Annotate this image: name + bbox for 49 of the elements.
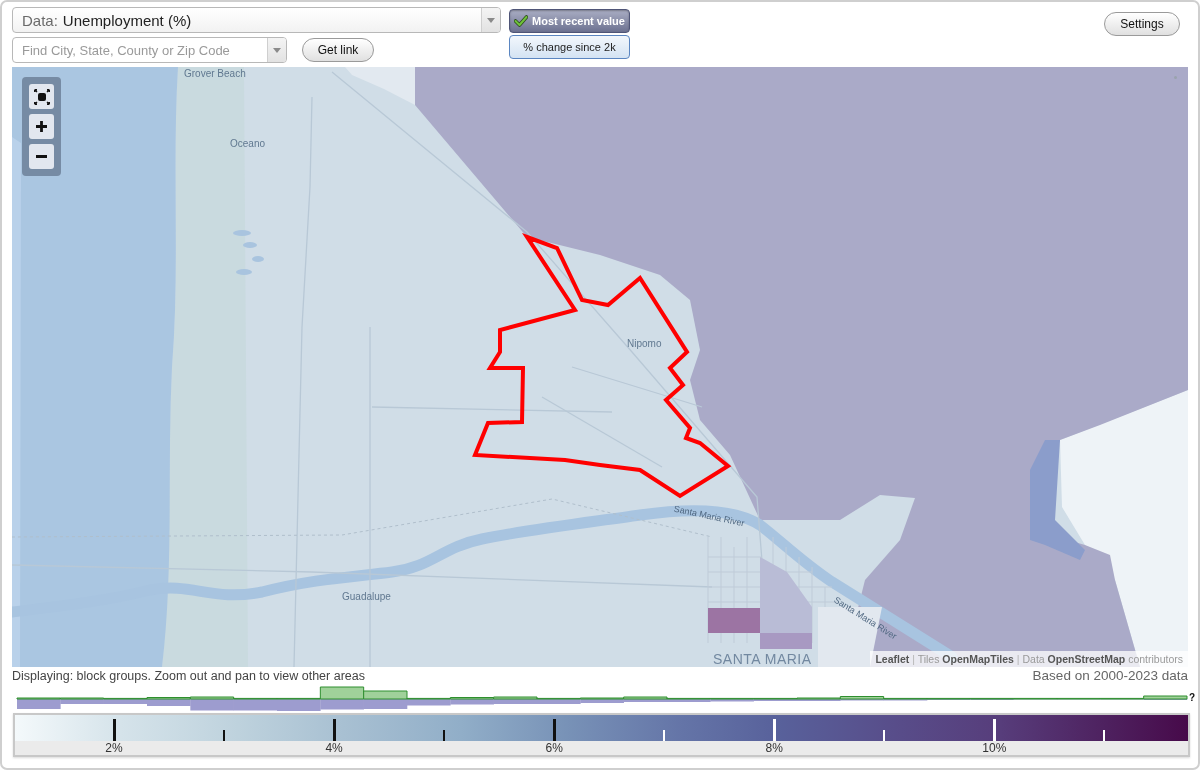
city-label: SANTA MARIA (713, 652, 812, 666)
histogram-bin (146, 696, 191, 706)
river-label: Santa Maria River (672, 504, 746, 529)
fullscreen-icon (33, 88, 50, 105)
view-mode-toggle[interactable]: % change since 2k (509, 35, 630, 59)
caret-icon (273, 47, 281, 53)
tick-mark (112, 719, 116, 741)
map-attribution: Leaflet | Tiles OpenMapTiles | Data OpenStreetMap contributors (870, 651, 1188, 667)
caret-icon (487, 17, 495, 23)
scale-label: 10% (982, 741, 1007, 755)
pond (243, 242, 257, 248)
settings-button[interactable]: Settings (1104, 12, 1180, 36)
attribution-link[interactable]: Leaflet (875, 653, 910, 665)
tick-mark (772, 719, 776, 741)
fullscreen-button[interactable] (29, 84, 54, 109)
data-range-note: Based on 2000-2023 data (1032, 668, 1188, 683)
scale-label: 4% (325, 741, 343, 755)
pond (252, 256, 264, 262)
scale-label: 8% (765, 741, 783, 755)
tick-mark (663, 730, 666, 741)
zoom-out-button[interactable] (29, 144, 54, 169)
histogram-bin (189, 696, 235, 710)
displaying-note: Displaying: block groups. Zoom out and pan to view other areas (12, 668, 365, 683)
data-select[interactable]: Data: Unemployment (%) (12, 7, 501, 33)
tick-mark (223, 730, 226, 741)
zoom-in-button[interactable] (29, 114, 54, 139)
unknown-value-label: ? (1189, 693, 1196, 703)
tick-mark (443, 730, 446, 741)
tick-mark (332, 719, 336, 741)
place-label: Grover Beach (184, 69, 246, 79)
attribution-link[interactable]: OpenStreetMap (1047, 653, 1126, 665)
light-region (345, 67, 415, 105)
scale-label: 2% (105, 741, 123, 755)
place-label: Guadalupe (342, 592, 391, 602)
tick-mark (552, 719, 556, 741)
tick-mark (992, 719, 996, 741)
get-link-button[interactable]: Get link (302, 38, 374, 62)
place-label: Nipomo (627, 339, 662, 349)
tick-mark (1103, 730, 1106, 741)
check-icon (514, 15, 529, 27)
place-label: Oceano (230, 139, 266, 149)
tick-mark (883, 730, 886, 741)
search-field[interactable]: Find City, State, County or Zip Code (12, 37, 287, 63)
attribution-link[interactable]: OpenMapTiles (942, 653, 1014, 665)
plus-icon (36, 121, 47, 132)
minus-icon (36, 155, 47, 158)
scale-label: 6% (545, 741, 563, 755)
pond (233, 230, 251, 236)
pond (236, 269, 252, 275)
